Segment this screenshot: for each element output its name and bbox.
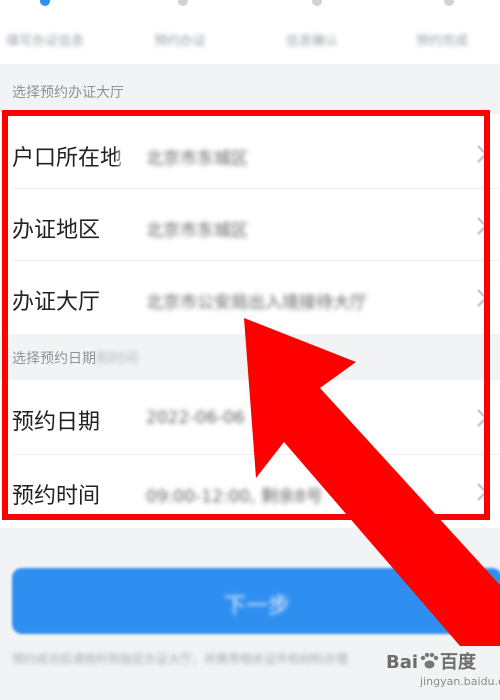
step-label-4: 预约完成 xyxy=(416,34,469,49)
paw-icon xyxy=(420,652,439,669)
progress-steps: 填写办证信息 预约办证 信息确认 预约完成 xyxy=(0,0,500,64)
hall-card: 户口所在地 北京市东城区 办证地区 北京市东城区 办证大厅 北京市公安局出入境接… xyxy=(0,114,500,334)
row-value: 北京市东城区 xyxy=(146,149,248,169)
next-button[interactable]: 下一步 xyxy=(12,568,500,634)
divider xyxy=(12,260,500,261)
baidu-watermark: Bai百度 jingyan.baidu.com xyxy=(368,648,500,696)
label-fade xyxy=(114,138,144,172)
row-appointment-time[interactable]: 预约时间 09:00-12:00, 剩余8号 xyxy=(0,456,500,528)
step-dot xyxy=(178,0,188,6)
next-button-label: 下一步 xyxy=(223,594,290,619)
row-label: 办证大厅 xyxy=(12,290,101,315)
row-value: 09:00-12:00, 剩余8号 xyxy=(146,487,323,507)
step-label-3: 信息确认 xyxy=(286,34,339,49)
row-office-hall[interactable]: 办证大厅 北京市公安局出入境接待大厅 xyxy=(0,262,500,334)
date-card: 预约日期 2022-06-06 预约时间 09:00-12:00, 剩余8号 xyxy=(0,380,500,528)
chevron-right-icon xyxy=(477,217,488,235)
row-label: 户口所在地 xyxy=(12,146,123,171)
row-label: 预约日期 xyxy=(12,410,101,435)
step-dot xyxy=(444,0,454,6)
footnote-text: 预约成功后请按时到指定办证大厅，并携带相关证件和材料办理 xyxy=(12,652,349,666)
step-dot-active xyxy=(40,0,50,6)
watermark-brand: Bai 百度 xyxy=(386,652,477,673)
row-value: 2022-06-06 xyxy=(146,408,245,428)
row-appointment-date[interactable]: 预约日期 2022-06-06 xyxy=(0,382,500,454)
divider xyxy=(12,188,500,189)
step-label-1: 填写办证信息 xyxy=(6,34,85,49)
date-section-band: 选择预约日期和时间 xyxy=(0,334,500,380)
section-title-hall: 选择预约办证大厅 xyxy=(12,85,124,101)
chevron-right-icon xyxy=(477,483,488,501)
row-value: 北京市公安局出入境接待大厅 xyxy=(146,293,367,313)
watermark-sub: jingyan.baidu.com xyxy=(420,675,500,688)
step-label-2: 预约办证 xyxy=(154,34,207,49)
row-label: 预约时间 xyxy=(12,484,101,509)
section-title-date: 选择预约日期和时间 xyxy=(12,351,138,367)
chevron-right-icon xyxy=(477,289,488,307)
row-value: 北京市东城区 xyxy=(146,221,248,241)
chevron-right-icon xyxy=(477,145,488,163)
step-dot xyxy=(312,0,322,6)
row-office-region[interactable]: 办证地区 北京市东城区 xyxy=(0,190,500,262)
row-label: 办证地区 xyxy=(12,218,101,243)
chevron-right-icon xyxy=(477,409,488,427)
row-hukou-location[interactable]: 户口所在地 北京市东城区 xyxy=(0,118,500,190)
divider xyxy=(12,454,500,455)
